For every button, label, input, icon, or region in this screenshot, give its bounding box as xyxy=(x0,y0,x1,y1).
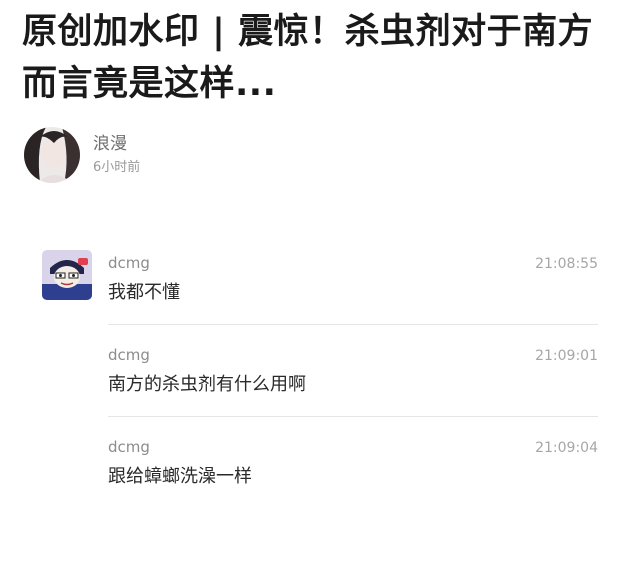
comment-time: 21:09:04 xyxy=(535,440,598,456)
comment-header: dcmg 21:09:04 xyxy=(108,430,598,456)
comment-divider xyxy=(108,416,598,417)
comment-item[interactable]: dcmg 21:09:04 跟给蟑螂洗澡一样 xyxy=(42,430,598,490)
comment-username[interactable]: dcmg xyxy=(108,346,150,364)
author-avatar[interactable] xyxy=(24,127,80,183)
post-title: 原创加水印 | 震惊！杀虫剂对于南方而言竟是这样... xyxy=(22,12,594,104)
comment-text: 我都不懂 xyxy=(108,282,180,303)
comment-time: 21:08:55 xyxy=(535,256,598,272)
author-name[interactable]: 浪漫 xyxy=(93,132,140,156)
comment-header: dcmg 21:08:55 xyxy=(108,246,598,272)
comment-item[interactable]: dcmg 21:08:55 我都不懂 xyxy=(42,246,598,306)
comment-username[interactable]: dcmg xyxy=(108,254,150,272)
comment-username[interactable]: dcmg xyxy=(108,438,150,456)
commenter-avatar[interactable] xyxy=(42,250,92,300)
comment-item[interactable]: dcmg 21:09:01 南方的杀虫剂有什么用啊 xyxy=(42,338,598,398)
comment-text: 跟给蟑螂洗澡一样 xyxy=(108,466,252,487)
comment-header: dcmg 21:09:01 xyxy=(108,338,598,364)
comment-time: 21:09:01 xyxy=(535,348,598,364)
author-meta: 浪漫 6小时前 xyxy=(93,132,140,178)
comment-list: dcmg 21:08:55 我都不懂 dcmg 21:09:01 南方的杀虫剂有… xyxy=(42,246,598,490)
author-block[interactable]: 浪漫 6小时前 xyxy=(24,127,140,183)
comment-divider xyxy=(108,324,598,325)
comment-text: 南方的杀虫剂有什么用啊 xyxy=(108,374,306,395)
post-time: 6小时前 xyxy=(93,160,141,175)
